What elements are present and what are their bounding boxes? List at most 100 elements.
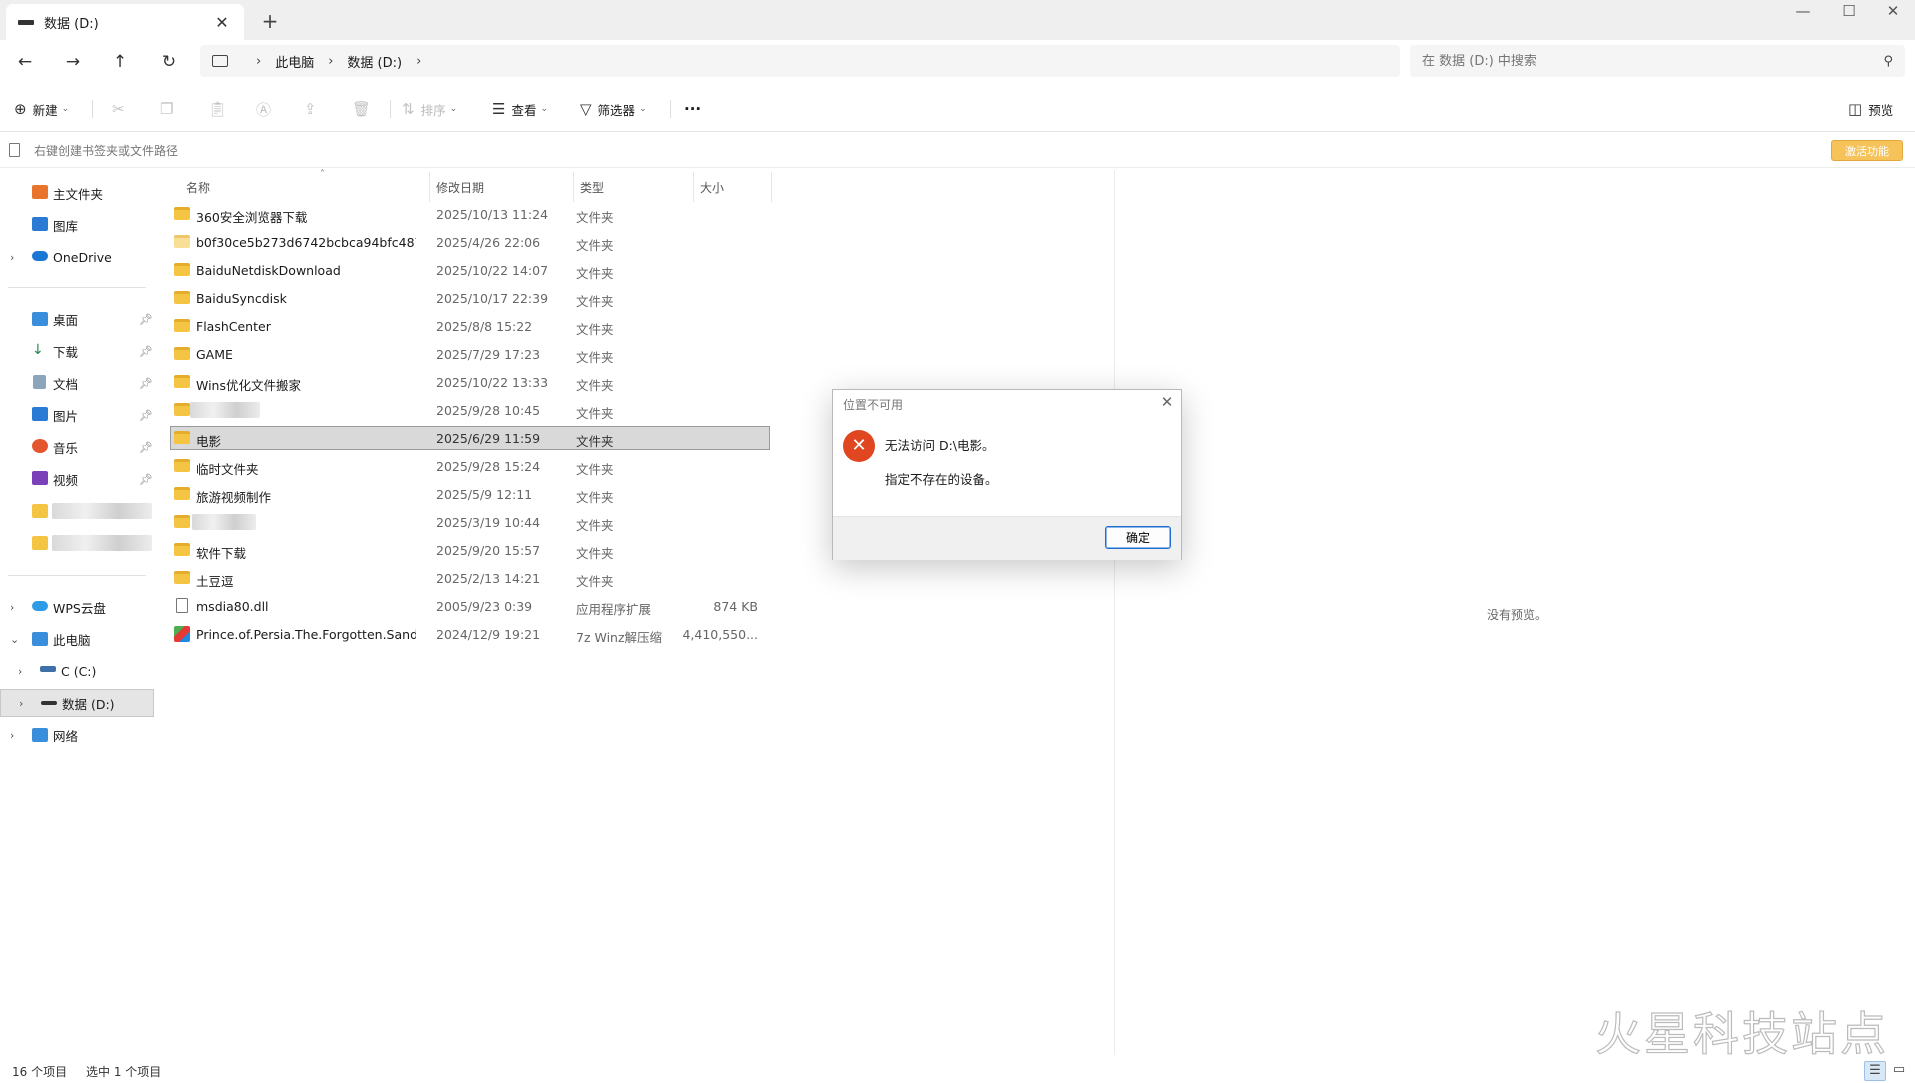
close-tab-icon[interactable]: ✕ — [212, 13, 232, 32]
file-row[interactable]: 土豆逗 2025/2/13 14:21 文件夹 — [170, 566, 770, 592]
sidebar-divider — [8, 287, 146, 288]
toolbar-divider — [92, 100, 93, 118]
view-button[interactable]: ☰ 查看 ⌄ — [492, 95, 548, 123]
pin-icon[interactable]: 📌︎ — [139, 409, 153, 422]
chevron-right-icon[interactable]: › — [18, 665, 22, 678]
rename-button[interactable]: Ⓐ — [256, 95, 277, 123]
sidebar-item-drive-c[interactable]: › C (C:) — [0, 657, 154, 685]
pin-icon[interactable]: 📌︎ — [139, 313, 153, 326]
file-date: 2025/6/29 11:59 — [436, 431, 541, 446]
tab-data-drive[interactable]: 数据 (D:) ✕ — [6, 4, 244, 40]
address-bar[interactable]: › 此电脑 › 数据 (D:) › — [200, 45, 1400, 77]
minimize-button[interactable]: — — [1780, 0, 1826, 24]
search-input[interactable] — [1422, 53, 1884, 69]
cut-button[interactable]: ✂ — [112, 95, 131, 123]
file-row[interactable]: 临时文件夹 2025/9/28 15:24 文件夹 — [170, 454, 770, 480]
file-row[interactable]: b0f30ce5b273d6742bcbca94bfc487b8 2025/4/… — [170, 230, 770, 256]
preview-pane-divider[interactable] — [1114, 170, 1115, 1055]
chevron-right-icon[interactable]: › — [10, 729, 14, 742]
forward-button[interactable]: → — [58, 48, 88, 76]
sidebar-item-drive-d[interactable]: › 数据 (D:) — [0, 689, 154, 717]
pin-icon[interactable]: 📌︎ — [139, 345, 153, 358]
sidebar-item-downloads[interactable]: ↓ 下载 📌︎ — [0, 337, 154, 365]
sidebar-item-onedrive[interactable]: › OneDrive — [0, 243, 154, 271]
paste-icon: 📋︎ — [208, 100, 228, 118]
search-box[interactable]: ⚲ — [1410, 45, 1905, 77]
file-name: BaiduNetdiskDownload — [196, 263, 341, 278]
folder-icon — [174, 347, 190, 360]
chevron-right-icon[interactable]: › — [328, 54, 333, 69]
refresh-button[interactable]: ↻ — [154, 48, 184, 76]
sidebar-item-network[interactable]: › 网络 — [0, 721, 154, 749]
home-icon — [32, 185, 48, 199]
details-view-button[interactable]: ☰ — [1864, 1061, 1886, 1081]
maximize-button[interactable]: ☐ — [1826, 0, 1872, 24]
file-row-selected[interactable]: 电影 2025/6/29 11:59 文件夹 — [170, 426, 770, 452]
sidebar-item-documents[interactable]: 文档 📌︎ — [0, 369, 154, 397]
pin-icon[interactable]: 📌︎ — [139, 473, 153, 486]
file-row[interactable]: FlashCenter 2025/8/8 15:22 文件夹 — [170, 314, 770, 340]
sort-button[interactable]: ⇅ 排序 ⌄ — [402, 95, 457, 123]
column-header-size[interactable]: 大小 — [694, 172, 772, 202]
chevron-right-icon[interactable]: › — [10, 251, 14, 264]
list-view-icon: ☰ — [492, 100, 506, 118]
new-tab-button[interactable]: + — [256, 8, 284, 34]
sidebar-item-music[interactable]: 音乐 📌︎ — [0, 433, 154, 461]
sidebar-item-blurred[interactable] — [0, 529, 154, 557]
column-header-type[interactable]: 类型 — [574, 172, 694, 202]
file-row[interactable]: Prince.of.Persia.The.Forgotten.Sands....… — [170, 622, 770, 648]
search-icon[interactable]: ⚲ — [1883, 54, 1893, 69]
chevron-right-icon[interactable]: › — [256, 54, 261, 69]
sidebar-item-videos[interactable]: 视频 📌︎ — [0, 465, 154, 493]
file-size: 874 KB — [713, 599, 758, 614]
more-options-button[interactable]: ··· — [684, 95, 701, 123]
sidebar-item-gallery[interactable]: 图库 — [0, 211, 154, 239]
file-name: 软件下载 — [196, 546, 247, 561]
large-icons-view-button[interactable]: ▭ — [1888, 1061, 1910, 1081]
close-icon[interactable]: ✕ — [1157, 393, 1177, 411]
activate-feature-button[interactable]: 激活功能 — [1831, 140, 1903, 161]
file-row[interactable]: 旅游视频制作 2025/5/9 12:11 文件夹 — [170, 482, 770, 508]
chevron-right-icon[interactable]: › — [416, 54, 421, 69]
file-row[interactable]: msdia80.dll 2005/9/23 0:39 应用程序扩展 874 KB — [170, 594, 770, 620]
file-row[interactable]: BaiduSyncdisk 2025/10/17 22:39 文件夹 — [170, 286, 770, 312]
new-button[interactable]: ⊕ 新建 ⌄ — [14, 95, 69, 123]
file-row[interactable]: 360安全浏览器下载 2025/10/13 11:24 文件夹 — [170, 202, 770, 228]
sidebar-item-desktop[interactable]: 桌面 📌︎ — [0, 305, 154, 333]
filter-button[interactable]: ▽ 筛选器 ⌄ — [580, 95, 647, 123]
file-row[interactable]: BaiduNetdiskDownload 2025/10/22 14:07 文件… — [170, 258, 770, 284]
sidebar-item-this-pc[interactable]: ⌄ 此电脑 — [0, 625, 154, 653]
toolbar-divider — [670, 100, 671, 118]
delete-button[interactable]: 🗑︎ — [352, 95, 377, 123]
file-type: 文件夹 — [576, 462, 614, 477]
folder-icon — [174, 403, 190, 416]
chevron-right-icon[interactable]: › — [10, 601, 14, 614]
pin-icon[interactable]: 📌︎ — [139, 441, 153, 454]
sidebar-item-pictures[interactable]: 图片 📌︎ — [0, 401, 154, 429]
copy-button[interactable]: ❐ — [160, 95, 179, 123]
chevron-down-icon[interactable]: ⌄ — [10, 633, 19, 646]
breadcrumb-data-drive[interactable]: 数据 (D:) — [347, 52, 402, 71]
file-row[interactable]: 软件下载 2025/9/20 15:57 文件夹 — [170, 538, 770, 564]
pin-icon[interactable]: 📌︎ — [139, 377, 153, 390]
breadcrumb-this-pc[interactable]: 此电脑 — [275, 52, 314, 71]
close-window-button[interactable]: ✕ — [1870, 0, 1915, 24]
up-button[interactable]: ↑ — [105, 48, 135, 76]
share-button[interactable]: ⇪ — [304, 95, 323, 123]
back-button[interactable]: ← — [10, 48, 40, 76]
sidebar-item-wps-cloud[interactable]: › WPS云盘 — [0, 593, 154, 621]
column-header-date[interactable]: 修改日期 — [430, 172, 574, 202]
column-header-name[interactable]: ˄ 名称 — [180, 169, 430, 202]
file-row[interactable]: Wins优化文件搬家 2025/10/22 13:33 文件夹 — [170, 370, 770, 396]
sidebar-item-home[interactable]: 主文件夹 — [0, 179, 154, 207]
file-row[interactable]: GAME 2025/7/29 17:23 文件夹 — [170, 342, 770, 368]
new-button-label: 新建 — [32, 102, 58, 118]
file-row[interactable]: 2025/9/28 10:45 文件夹 — [170, 398, 770, 424]
paste-button[interactable]: 📋︎ — [208, 95, 233, 123]
ok-button[interactable]: 确定 — [1105, 526, 1171, 549]
chevron-right-icon[interactable]: › — [19, 697, 23, 710]
file-row[interactable]: 2025/3/19 10:44 文件夹 — [170, 510, 770, 536]
sidebar-item-blurred[interactable] — [0, 497, 154, 525]
preview-pane-button[interactable]: ◫ 预览 — [1848, 95, 1893, 123]
sidebar-item-label: WPS云盘 — [53, 600, 106, 616]
